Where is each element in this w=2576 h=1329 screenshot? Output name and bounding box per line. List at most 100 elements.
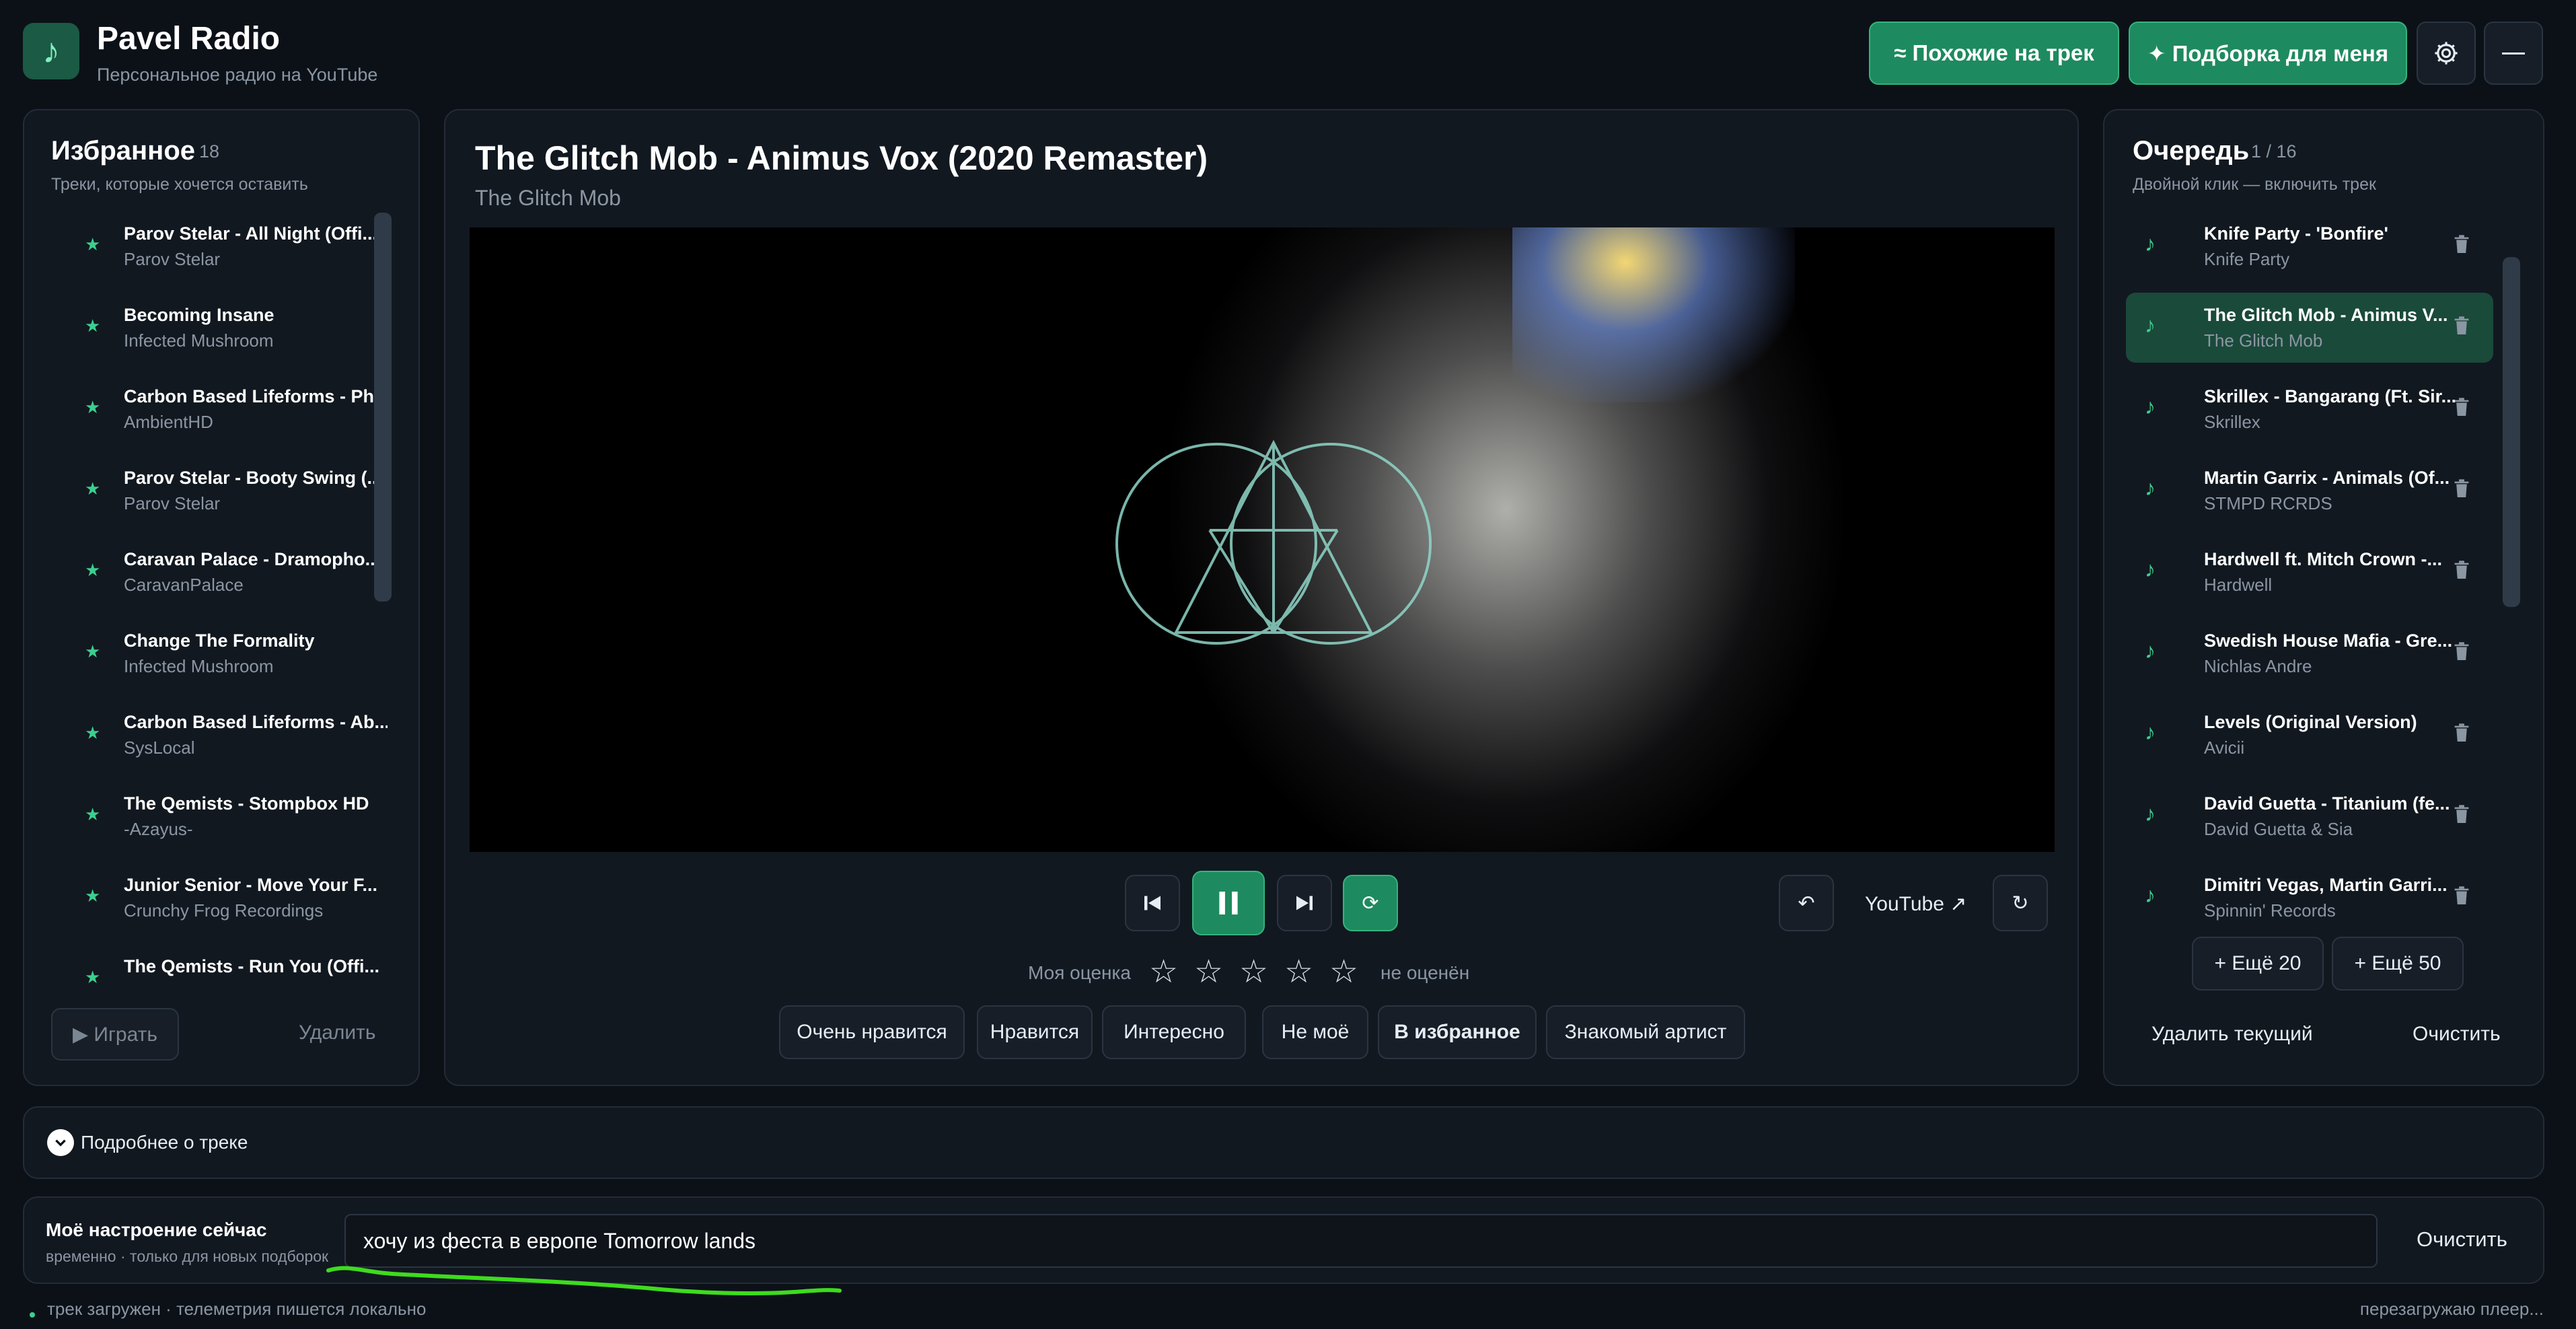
settings-button[interactable] xyxy=(2417,22,2476,85)
favorite-item[interactable]: ★ Caravan Palace - Dramopho... CaravanPala… xyxy=(44,537,380,607)
favorite-item[interactable]: ★ Change The Formality Infected Mushroom xyxy=(44,618,367,688)
annotation-underline xyxy=(326,1266,842,1295)
rating-label: Моя оценка xyxy=(1028,962,1131,983)
rating-star-icon[interactable]: ☆ xyxy=(1239,953,1268,991)
glitch-mob-logo xyxy=(1115,439,1432,645)
queue-scrollbar[interactable] xyxy=(2503,257,2520,607)
clear-queue-button[interactable]: Очистить xyxy=(2413,1023,2501,1046)
reaction-button[interactable]: Интересно xyxy=(1102,1005,1246,1059)
queue-item[interactable]: ♪ Levels (Original Version) Avicii xyxy=(2126,700,2493,770)
queue-item[interactable]: ♪ Martin Garrix - Animals (Of... STMPD RCR… xyxy=(2126,456,2493,526)
mood-subtitle: временно · только для новых подборок xyxy=(46,1248,329,1265)
favorite-artist: Crunchy Frog Recordings xyxy=(124,900,324,921)
queue-item[interactable]: ♪ Hardwell ft. Mitch Crown -... Hardwell xyxy=(2126,537,2493,607)
similar-tracks-button[interactable]: ≈ Похожие на трек xyxy=(1869,22,2119,85)
skip-back-icon xyxy=(1144,896,1161,910)
track-artist: The Glitch Mob xyxy=(475,186,621,210)
trash-icon[interactable] xyxy=(2453,804,2473,827)
video-glare xyxy=(1512,227,1795,402)
queue-subtitle: Двойной клик — включить трек xyxy=(2133,175,2376,194)
reaction-button[interactable]: Не моё xyxy=(1262,1005,1368,1059)
trash-icon[interactable] xyxy=(2453,397,2473,420)
next-track-button[interactable] xyxy=(1277,875,1332,931)
trash-icon[interactable] xyxy=(2453,478,2473,501)
autoplay-toggle-button[interactable]: ⟳ xyxy=(1343,875,1398,931)
music-note-icon: ♪ xyxy=(42,32,60,71)
star-icon: ★ xyxy=(85,804,101,824)
favorite-item[interactable]: ★ Carbon Based Lifeforms - Ph... AmbientHD xyxy=(44,374,388,444)
clear-mood-button[interactable]: Очистить xyxy=(2417,1227,2507,1252)
queue-item-artist: Avicii xyxy=(2204,738,2245,758)
queue-position: 1 / 16 xyxy=(2251,141,2297,161)
queue-item-title: Levels (Original Version) xyxy=(2204,712,2417,732)
remove-current-button[interactable]: Удалить текущий xyxy=(2151,1023,2313,1046)
minimize-button[interactable] xyxy=(2484,22,2543,85)
queue-item-artist: David Guetta & Sia xyxy=(2204,819,2353,839)
favorite-title: Carbon Based Lifeforms - Ph... xyxy=(124,386,388,406)
trash-icon[interactable] xyxy=(2453,641,2473,664)
previous-track-button[interactable] xyxy=(1125,875,1180,931)
trash-icon[interactable] xyxy=(2453,316,2473,338)
star-icon: ★ xyxy=(85,478,101,499)
favorite-artist: SysLocal xyxy=(124,738,195,758)
reaction-button[interactable]: Очень нравится xyxy=(779,1005,965,1059)
pause-button[interactable] xyxy=(1192,871,1265,935)
trash-icon[interactable] xyxy=(2453,723,2473,746)
reaction-button[interactable]: Знакомый артист xyxy=(1546,1005,1745,1059)
track-details-toggle[interactable]: Подробнее о треке xyxy=(23,1106,2544,1179)
queue-item-title: Skrillex - Bangarang (Ft. Sir... xyxy=(2204,386,2457,406)
favorites-panel: Избранное 18 Треки, которые хочется оста… xyxy=(23,109,420,1086)
reaction-button[interactable]: Нравится xyxy=(977,1005,1093,1059)
queue-item-title: Swedish House Mafia - Gre... xyxy=(2204,631,2453,651)
queue-item[interactable]: ♪ The Glitch Mob - Animus V... The Glitch … xyxy=(2126,293,2493,363)
delete-favorite-button[interactable]: Удалить xyxy=(299,1021,376,1044)
queue-item[interactable]: ♪ Knife Party - 'Bonfire' Knife Party xyxy=(2126,211,2493,281)
star-icon: ★ xyxy=(85,641,101,661)
favorite-title: Carbon Based Lifeforms - Ab... xyxy=(124,712,388,732)
chevron-down-icon xyxy=(47,1129,74,1156)
favorites-count: 18 xyxy=(199,141,220,161)
video-player[interactable] xyxy=(470,227,2055,852)
music-note-icon: ♪ xyxy=(2145,394,2156,419)
minus-icon xyxy=(2502,52,2525,55)
favorite-item[interactable]: ★ The Qemists - Stompbox HD -Azayus- xyxy=(44,781,369,851)
rewind-button[interactable]: ↶ xyxy=(1779,875,1834,931)
music-note-icon: ♪ xyxy=(2145,231,2156,256)
favorite-item[interactable]: ★ Junior Senior - Move Your F... Crunchy F… xyxy=(44,863,377,933)
favorites-title: Избранное xyxy=(51,136,196,166)
queue-item[interactable]: ♪ Swedish House Mafia - Gre... Nichlas And… xyxy=(2126,618,2493,688)
reload-button[interactable]: ↻ xyxy=(1993,875,2048,931)
favorite-item[interactable]: ★ Parov Stelar - All Night (Offi... Parov … xyxy=(44,211,377,281)
reaction-button[interactable]: В избранное xyxy=(1378,1005,1537,1059)
queue-list[interactable]: ♪ Knife Party - 'Bonfire' Knife Party ♪ The … xyxy=(2104,211,2513,937)
rating-star-icon[interactable]: ☆ xyxy=(1329,953,1358,991)
rating-star-icon[interactable]: ☆ xyxy=(1149,953,1178,991)
queue-item[interactable]: ♪ David Guetta - Titanium (fe... David Gue… xyxy=(2126,781,2493,851)
load-more-50-button[interactable]: + Ещё 50 xyxy=(2332,937,2464,991)
recommendations-button[interactable]: ✦ Подборка для меня xyxy=(2129,22,2407,85)
favorite-item[interactable]: ★ Parov Stelar - Booty Swing (... Parov St… xyxy=(44,456,382,526)
favorite-title: Becoming Insane xyxy=(124,305,274,325)
trash-icon[interactable] xyxy=(2453,234,2473,257)
favorites-list[interactable]: ★ Parov Stelar - All Night (Offi... Parov … xyxy=(24,211,388,985)
queue-item-title: Martin Garrix - Animals (Of... xyxy=(2204,468,2450,488)
rating-star-icon[interactable]: ☆ xyxy=(1194,953,1223,991)
queue-item[interactable]: ♪ Dimitri Vegas, Martin Garri... Spinnin' … xyxy=(2126,863,2493,933)
favorite-item[interactable]: ★ The Qemists - Run You (Offi... xyxy=(44,944,379,985)
favorite-item[interactable]: ★ Carbon Based Lifeforms - Ab... SysLocal xyxy=(44,700,388,770)
music-note-icon: ♪ xyxy=(2145,720,2156,744)
rating-star-icon[interactable]: ☆ xyxy=(1284,953,1313,991)
queue-item[interactable]: ♪ Skrillex - Bangarang (Ft. Sir... Skrille… xyxy=(2126,374,2493,444)
play-favorites-button[interactable]: ▶ Играть xyxy=(51,1008,179,1061)
music-note-icon: ♪ xyxy=(2145,801,2156,826)
favorite-item[interactable]: ★ Becoming Insane Infected Mushroom xyxy=(44,293,367,363)
favorites-scrollbar[interactable] xyxy=(374,213,392,602)
status-dot xyxy=(30,1312,35,1318)
trash-icon[interactable] xyxy=(2453,886,2473,908)
mood-title: Моё настроение сейчас xyxy=(46,1219,267,1240)
trash-icon[interactable] xyxy=(2453,560,2473,583)
skip-forward-icon xyxy=(1296,896,1313,910)
youtube-link[interactable]: YouTube ↗ xyxy=(1865,892,1966,916)
load-more-20-button[interactable]: + Ещё 20 xyxy=(2192,937,2324,991)
star-icon: ★ xyxy=(85,967,101,985)
